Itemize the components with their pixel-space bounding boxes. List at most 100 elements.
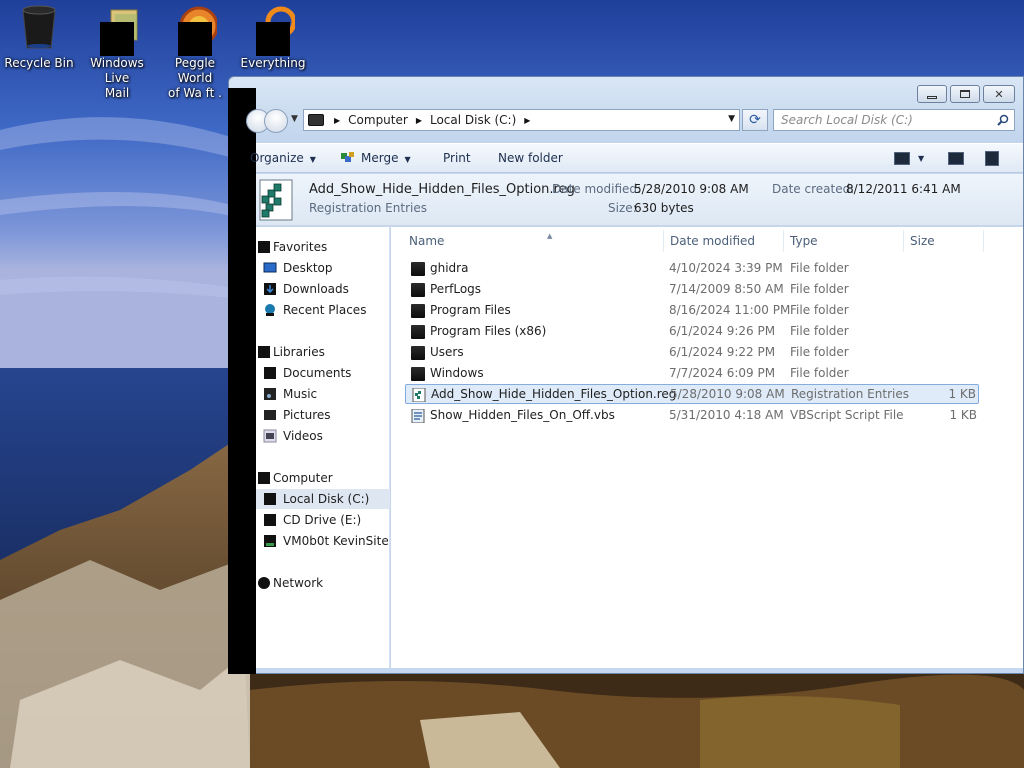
drive-icon [263, 492, 277, 506]
desktop-icon-recycle-bin[interactable]: Recycle Bin [0, 4, 78, 71]
nav-item-music[interactable]: Music [256, 384, 390, 404]
nav-item-cd-drive[interactable]: CD Drive (E:) [256, 510, 390, 530]
chevron-down-icon: ▼ [404, 155, 411, 164]
minimize-icon [927, 95, 937, 99]
breadcrumb-arrow-icon[interactable]: ▶ [416, 116, 422, 125]
nav-computer[interactable]: Computer [256, 468, 390, 488]
new-folder-button[interactable]: New folder [498, 151, 563, 165]
file-type: File folder [790, 282, 849, 296]
breadcrumb-arrow-icon[interactable]: ▶ [334, 116, 340, 125]
date-created-label: Date created: [772, 182, 855, 196]
column-header-label: Size [910, 234, 935, 248]
column-divider[interactable] [663, 230, 664, 252]
nav-item-label: Videos [283, 429, 323, 443]
file-name: Program Files (x86) [430, 324, 547, 338]
change-view-icon[interactable] [894, 152, 910, 165]
column-header-type[interactable]: Type [790, 234, 818, 248]
computer-icon [308, 114, 324, 126]
file-date: 5/31/2010 4:18 AM [669, 408, 784, 422]
maximize-button[interactable] [950, 85, 980, 103]
address-dropdown-icon[interactable]: ▼ [728, 114, 735, 124]
list-item[interactable]: ghidra 4/10/2024 3:39 PM File folder [405, 259, 979, 279]
column-divider[interactable] [783, 230, 784, 252]
desktop-icon-windows-live-mail[interactable]: Windows Live Mail [78, 4, 156, 101]
file-date: 7/14/2009 8:50 AM [669, 282, 784, 296]
file-type: File folder [790, 366, 849, 380]
network-icon [258, 576, 272, 590]
file-type: File folder [790, 345, 849, 359]
nav-item-pictures[interactable]: Pictures [256, 405, 390, 425]
file-size: 1 KB [948, 387, 976, 401]
nav-favorites[interactable]: Favorites [256, 237, 390, 257]
list-item-selected[interactable]: Add_Show_Hide_Hidden_Files_Option.reg 5/… [405, 384, 979, 404]
file-name: Program Files [430, 303, 511, 317]
date-modified-label: Date modified: [552, 182, 642, 196]
nav-item-label: Local Disk (C:) [283, 492, 370, 506]
music-icon [263, 387, 277, 401]
desktop-icon-peggle[interactable]: Peggle World of Wa ft . [156, 4, 234, 101]
merge-button[interactable]: Merge ▼ [340, 151, 411, 165]
column-divider[interactable] [903, 230, 904, 252]
nav-computer-label: Computer [273, 471, 333, 485]
organize-button[interactable]: Organize ▼ [250, 151, 316, 165]
file-name: Users [430, 345, 464, 359]
details-file-type: Registration Entries [309, 201, 427, 215]
print-button[interactable]: Print [443, 151, 471, 165]
column-header-name[interactable]: Name ▲ [409, 232, 552, 248]
black-overlay [228, 88, 256, 674]
merge-icon [340, 151, 356, 164]
file-name: PerfLogs [430, 282, 482, 296]
column-divider[interactable] [983, 230, 984, 252]
recent-pages-chevron-icon[interactable]: ▼ [291, 114, 298, 124]
list-item[interactable]: PerfLogs 7/14/2009 8:50 AM File folder [405, 280, 979, 300]
search-input[interactable]: Search Local Disk (C:) [773, 109, 1015, 131]
folder-icon [411, 283, 425, 297]
nav-libraries[interactable]: Libraries [256, 342, 390, 362]
list-item[interactable]: Show_Hidden_Files_On_Off.vbs 5/31/2010 4… [405, 406, 979, 426]
search-icon[interactable] [997, 114, 1009, 126]
folder-icon [411, 325, 425, 339]
list-item[interactable]: Windows 7/7/2024 6:09 PM File folder [405, 364, 979, 384]
forward-button[interactable] [264, 109, 288, 133]
nav-network[interactable]: Network [256, 573, 390, 593]
nav-item-videos[interactable]: Videos [256, 426, 390, 446]
refresh-button[interactable]: ⟳ [742, 109, 768, 131]
nav-item-downloads[interactable]: Downloads [256, 279, 390, 299]
column-header-label: Date modified [670, 234, 756, 248]
recent-places-icon [263, 303, 277, 317]
nav-item-label: Downloads [283, 282, 349, 296]
view-options-chevron-icon[interactable]: ▼ [918, 154, 924, 163]
nav-item-local-disk[interactable]: Local Disk (C:) [256, 489, 390, 509]
file-list: Name ▲ Date modified Type Size ghidra 4/… [391, 227, 1023, 668]
nav-favorites-label: Favorites [273, 240, 328, 254]
registry-file-large-icon [259, 179, 293, 221]
command-bar: Organize ▼ Merge ▼ Print New folder ▼ [250, 143, 1023, 173]
breadcrumb-computer[interactable]: Computer [348, 113, 408, 127]
minimize-button[interactable] [917, 85, 947, 103]
list-item[interactable]: Program Files (x86) 6/1/2024 9:26 PM Fil… [405, 322, 979, 342]
breadcrumb-arrow-icon[interactable]: ▶ [524, 116, 530, 125]
preview-pane-icon[interactable] [948, 152, 964, 165]
list-item[interactable]: Users 6/1/2024 9:22 PM File folder [405, 343, 979, 363]
help-icon[interactable] [985, 151, 999, 166]
recycle-bin-icon [17, 4, 61, 52]
desktop-icon-everything[interactable]: Everything [234, 4, 312, 71]
sort-ascending-icon: ▲ [547, 232, 553, 240]
nav-item-label: Desktop [283, 261, 333, 275]
column-header-date-modified[interactable]: Date modified [670, 234, 755, 248]
breadcrumb-local-disk[interactable]: Local Disk (C:) [430, 113, 516, 127]
merge-label: Merge [361, 151, 399, 165]
nav-item-network-share[interactable]: VM0b0t KevinSite [256, 531, 390, 551]
organize-label: Organize [250, 151, 304, 165]
close-button[interactable]: ✕ [983, 85, 1015, 103]
cd-drive-icon [263, 513, 277, 527]
column-header-size[interactable]: Size [910, 234, 935, 248]
list-item[interactable]: Program Files 8/16/2024 11:00 PM File fo… [405, 301, 979, 321]
nav-item-desktop[interactable]: Desktop [256, 258, 390, 278]
nav-item-documents[interactable]: Documents [256, 363, 390, 383]
address-bar[interactable]: ▶ Computer ▶ Local Disk (C:) ▶ ▼ [303, 109, 740, 131]
nav-item-recent-places[interactable]: Recent Places [256, 300, 390, 320]
details-file-name: Add_Show_Hide_Hidden_Files_Option.reg [309, 182, 575, 197]
file-type: File folder [790, 303, 849, 317]
registry-file-icon [412, 388, 426, 402]
